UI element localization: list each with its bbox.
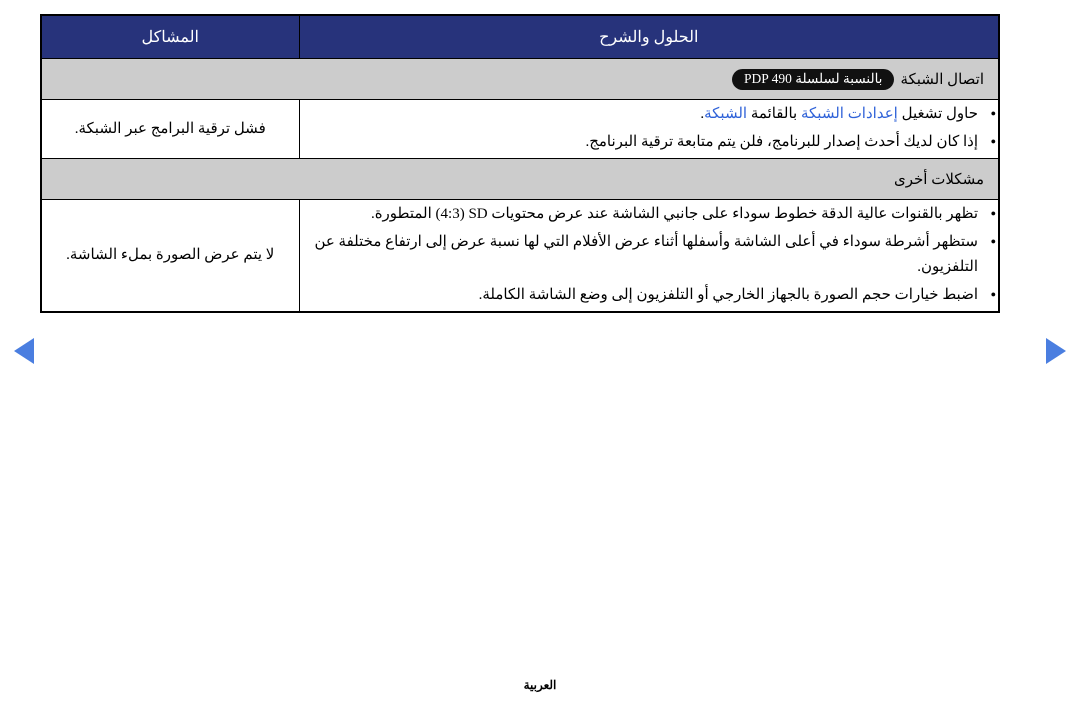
solution-bullet-item: اضبط خيارات حجم الصورة بالجهاز الخارجي أ… bbox=[300, 282, 999, 308]
previous-page-arrow-icon[interactable] bbox=[14, 338, 34, 364]
bullet-text: تظهر بالقنوات عالية الدقة خطوط سوداء على… bbox=[487, 206, 978, 222]
bullet-text: بالقائمة bbox=[747, 106, 801, 122]
solution-cell: تظهر بالقنوات عالية الدقة خطوط سوداء على… bbox=[298, 199, 1000, 313]
section-header-row: اتصال الشبكة بالنسبة لسلسلة PDP 490 bbox=[40, 58, 1000, 100]
solution-bullet-item: حاول تشغيل إعدادات الشبكة بالقائمة الشبك… bbox=[300, 101, 999, 127]
solution-bullet-list: تظهر بالقنوات عالية الدقة خطوط سوداء على… bbox=[300, 201, 999, 308]
problem-cell: لا يتم عرض الصورة بملء الشاشة. bbox=[40, 199, 300, 313]
table-header-row: الحلول والشرح المشاكل bbox=[40, 14, 1000, 59]
format-code-text: (4:3) SD bbox=[435, 206, 488, 222]
bullet-text: ستظهر أشرطة سوداء في أعلى الشاشة وأسفلها… bbox=[314, 234, 978, 275]
model-badge-model: PDP 490 bbox=[744, 70, 792, 86]
footer-language-label: العربية bbox=[523, 678, 557, 692]
section-title: مشكلات أخرى bbox=[894, 171, 984, 188]
model-badge: بالنسبة لسلسلة PDP 490 bbox=[732, 68, 895, 90]
solution-cell: حاول تشغيل إعدادات الشبكة بالقائمة الشبك… bbox=[298, 99, 1000, 159]
next-page-arrow-icon[interactable] bbox=[1046, 338, 1066, 364]
table-row: تظهر بالقنوات عالية الدقة خطوط سوداء على… bbox=[40, 199, 1000, 313]
section-header-cell: مشكلات أخرى bbox=[40, 158, 1000, 200]
bullet-text: حاول تشغيل bbox=[897, 106, 978, 122]
bullet-text: اضبط خيارات حجم الصورة بالجهاز الخارجي أ… bbox=[478, 287, 978, 303]
table-body: اتصال الشبكةبالنسبة لسلسلة PDP 490حاول ت… bbox=[40, 58, 1000, 313]
solution-bullet-item: إذا كان لديك أحدث إصدار للبرنامج، فلن يت… bbox=[300, 129, 999, 155]
section-header-row: مشكلات أخرى bbox=[40, 158, 1000, 200]
troubleshooting-table: الحلول والشرح المشاكل اتصال الشبكة بالنسب… bbox=[40, 14, 1000, 313]
menu-reference-text: إعدادات الشبكة bbox=[800, 106, 898, 122]
section-header-cell: اتصال الشبكة بالنسبة لسلسلة PDP 490 bbox=[40, 58, 1000, 100]
problem-cell: فشل ترقية البرامج عبر الشبكة. bbox=[40, 99, 300, 159]
troubleshooting-table-wrapper: الحلول والشرح المشاكل اتصال الشبكة بالنسب… bbox=[40, 14, 1000, 313]
table-row: حاول تشغيل إعدادات الشبكة بالقائمة الشبك… bbox=[40, 99, 1000, 159]
solution-bullet-list: حاول تشغيل إعدادات الشبكة بالقائمة الشبك… bbox=[300, 101, 999, 155]
solution-bullet-item: تظهر بالقنوات عالية الدقة خطوط سوداء على… bbox=[300, 201, 999, 227]
column-header-solutions: الحلول والشرح bbox=[298, 14, 1000, 59]
manual-page: الحلول والشرح المشاكل اتصال الشبكة بالنسب… bbox=[0, 0, 1080, 705]
column-header-problems: المشاكل bbox=[40, 14, 300, 59]
bullet-text: إذا كان لديك أحدث إصدار للبرنامج، فلن يت… bbox=[585, 134, 978, 150]
solution-bullet-item: ستظهر أشرطة سوداء في أعلى الشاشة وأسفلها… bbox=[300, 229, 999, 280]
model-badge-text: بالنسبة لسلسلة bbox=[795, 70, 883, 86]
section-title: اتصال الشبكة bbox=[900, 71, 984, 88]
bullet-text: المتطورة. bbox=[370, 206, 436, 222]
menu-reference-text: الشبكة bbox=[704, 106, 748, 122]
